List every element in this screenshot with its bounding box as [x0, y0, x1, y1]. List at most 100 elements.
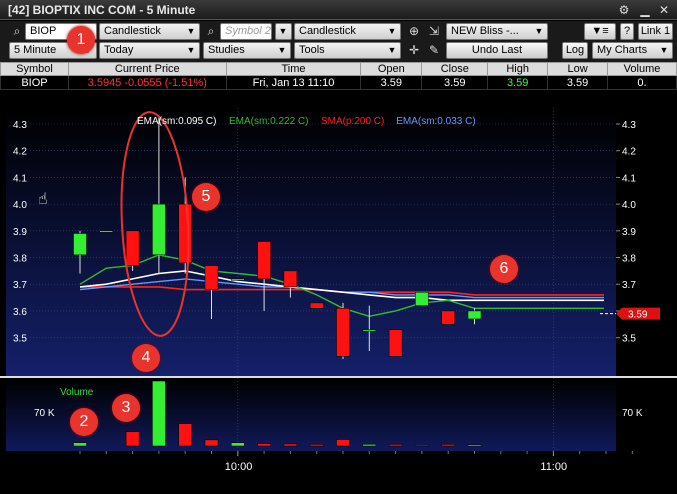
quote-header[interactable]: Current Price: [67, 62, 227, 76]
legend-entry: EMA(sm:0.095 C): [137, 116, 216, 127]
quote-header[interactable]: Open: [360, 62, 423, 76]
candle-up: [73, 233, 87, 256]
symbol2-dropdown[interactable]: ▼: [275, 23, 292, 40]
window-titlebar[interactable]: [42] BIOPTIX INC COM - 5 Minute ⚙ ▁ ✕: [0, 0, 677, 20]
chevron-down-icon: ▼: [278, 26, 288, 36]
quote-header[interactable]: High: [487, 62, 549, 76]
link-label: Link 1: [640, 25, 671, 37]
candle-up: [467, 310, 482, 320]
gear-icon[interactable]: ⚙: [617, 3, 631, 17]
range-label: Today: [104, 44, 134, 56]
candle-up: [99, 230, 114, 233]
volume-bar: [388, 444, 403, 447]
quote-header[interactable]: Close: [421, 62, 489, 76]
chart-type2-select[interactable]: Candlestick ▼: [294, 23, 401, 40]
study-set-label: NEW Bliss -...: [451, 25, 519, 37]
volume-bar: [152, 380, 166, 447]
help-label: ?: [623, 25, 631, 37]
help-button[interactable]: ?: [620, 23, 634, 40]
y-tick-label-left: 3.5: [13, 334, 27, 345]
candle-up: [415, 291, 429, 306]
chart-type1-select[interactable]: Candlestick ▼: [99, 23, 200, 40]
y-tick-label-left: 3.9: [13, 227, 27, 238]
my-charts-select[interactable]: My Charts ▼: [592, 42, 673, 59]
chart-type2-label: Candlestick: [299, 25, 356, 37]
volume-bar: [336, 439, 350, 447]
legend-entry: EMA(sm:0.222 C): [229, 116, 308, 127]
annotation-marker-1: 1: [67, 26, 95, 54]
quote-symbol: BIOP: [0, 75, 69, 90]
quote-header[interactable]: Time: [225, 62, 362, 76]
volume-bar: [204, 439, 219, 447]
undo-last-label: Undo Last: [471, 44, 523, 56]
undo-last-button[interactable]: Undo Last: [446, 42, 548, 59]
chart-area[interactable]: 4.3 4.3 4.2 4.2 4.1 4.1 4.0 4.0 3.9 3.9 3.8 3.8 3.7 3…: [0, 26, 677, 491]
quote-time: Fri, Jan 13 11:10: [225, 75, 362, 90]
crosshair-icon[interactable]: ✛: [406, 42, 422, 59]
studies-select[interactable]: Studies ▼: [203, 42, 291, 59]
chevron-down-icon: ▼: [659, 45, 669, 55]
y-tick-label-right: 3.5: [622, 334, 636, 345]
y-tick-label-right: 4.0: [622, 200, 636, 211]
tools-select[interactable]: Tools ▼: [294, 42, 401, 59]
x-tick-label: 10:00: [225, 461, 253, 473]
y-tick-label-left: 4.3: [13, 120, 27, 131]
my-charts-label: My Charts: [597, 44, 648, 56]
candle-down: [257, 241, 271, 280]
y-tick-label-left: 3.7: [13, 280, 27, 291]
y-tick-label-left: 4.1: [13, 173, 27, 184]
candle-up: [152, 203, 166, 256]
y-tick-label-right: 3.7: [622, 280, 636, 291]
menu-button[interactable]: ▼≡: [584, 23, 616, 40]
close-icon[interactable]: ✕: [657, 3, 671, 17]
volume-bar: [73, 442, 87, 447]
symbol2-input[interactable]: Symbol 2: [220, 23, 272, 40]
candle-down: [441, 310, 455, 325]
zoom-icon[interactable]: ⊕: [406, 23, 422, 40]
volume-label: Volume: [60, 387, 94, 398]
volume-bar: [467, 444, 482, 447]
quote-header[interactable]: Volume: [607, 62, 677, 76]
volume-tick-left: 70 K: [34, 408, 55, 419]
annotation-marker-4: 4: [132, 344, 160, 372]
y-tick-label-right: 4.2: [622, 147, 636, 158]
annotation-marker-2: 2: [70, 408, 98, 436]
study-set-select[interactable]: NEW Bliss -... ▼: [446, 23, 548, 40]
window-title: [42] BIOPTIX INC COM - 5 Minute: [8, 3, 196, 17]
pin-icon[interactable]: ⇲: [426, 23, 442, 40]
range-select[interactable]: Today ▼: [99, 42, 200, 59]
minimize-icon[interactable]: ▁: [638, 3, 652, 17]
menu-icon: ▼≡: [591, 25, 609, 37]
volume-tick-right: 70 K: [622, 408, 643, 419]
annotation-marker-6: 6: [490, 255, 518, 283]
candle-down: [283, 270, 298, 288]
quote-header[interactable]: Low: [547, 62, 609, 76]
price-plot-background: [6, 108, 616, 376]
candle-down: [204, 265, 219, 290]
volume-bar: [283, 443, 298, 447]
tools-label: Tools: [299, 44, 325, 56]
quote-header[interactable]: Symbol: [0, 62, 69, 76]
search-icon[interactable]: ⌕: [203, 23, 219, 40]
quote-open: 3.59: [360, 75, 423, 90]
log-button[interactable]: Log: [562, 42, 588, 59]
link-button[interactable]: Link 1: [638, 23, 673, 40]
quote-high: 3.59: [487, 75, 549, 90]
table-row[interactable]: BIOP 3.5945 -0.0555 (-1.51%) Fri, Jan 13…: [0, 75, 677, 90]
search-icon[interactable]: ⌕: [9, 23, 25, 40]
volume-bar: [257, 443, 271, 447]
chevron-down-icon: ▼: [387, 45, 397, 55]
y-tick-label-right: 3.9: [622, 227, 636, 238]
y-tick-label-left: 3.6: [13, 307, 27, 318]
quote-table: Symbol Current Price Time Open Close Hig…: [0, 62, 677, 90]
draw-icon[interactable]: ✎: [426, 42, 442, 59]
volume-bar: [362, 444, 377, 447]
price-chart[interactable]: 4.3 4.3 4.2 4.2 4.1 4.1 4.0 4.0 3.9 3.9 3.8 3.8 3.7 3…: [0, 94, 677, 491]
volume-bar: [309, 444, 324, 447]
volume-bar: [125, 431, 140, 447]
quote-header-row: Symbol Current Price Time Open Close Hig…: [0, 62, 677, 76]
chevron-down-icon: ▼: [534, 26, 544, 36]
y-tick-label-right: 3.8: [622, 254, 636, 265]
quote-current-price: 3.5945 -0.0555 (-1.51%): [67, 75, 227, 90]
y-tick-label-right: 4.3: [622, 120, 636, 131]
